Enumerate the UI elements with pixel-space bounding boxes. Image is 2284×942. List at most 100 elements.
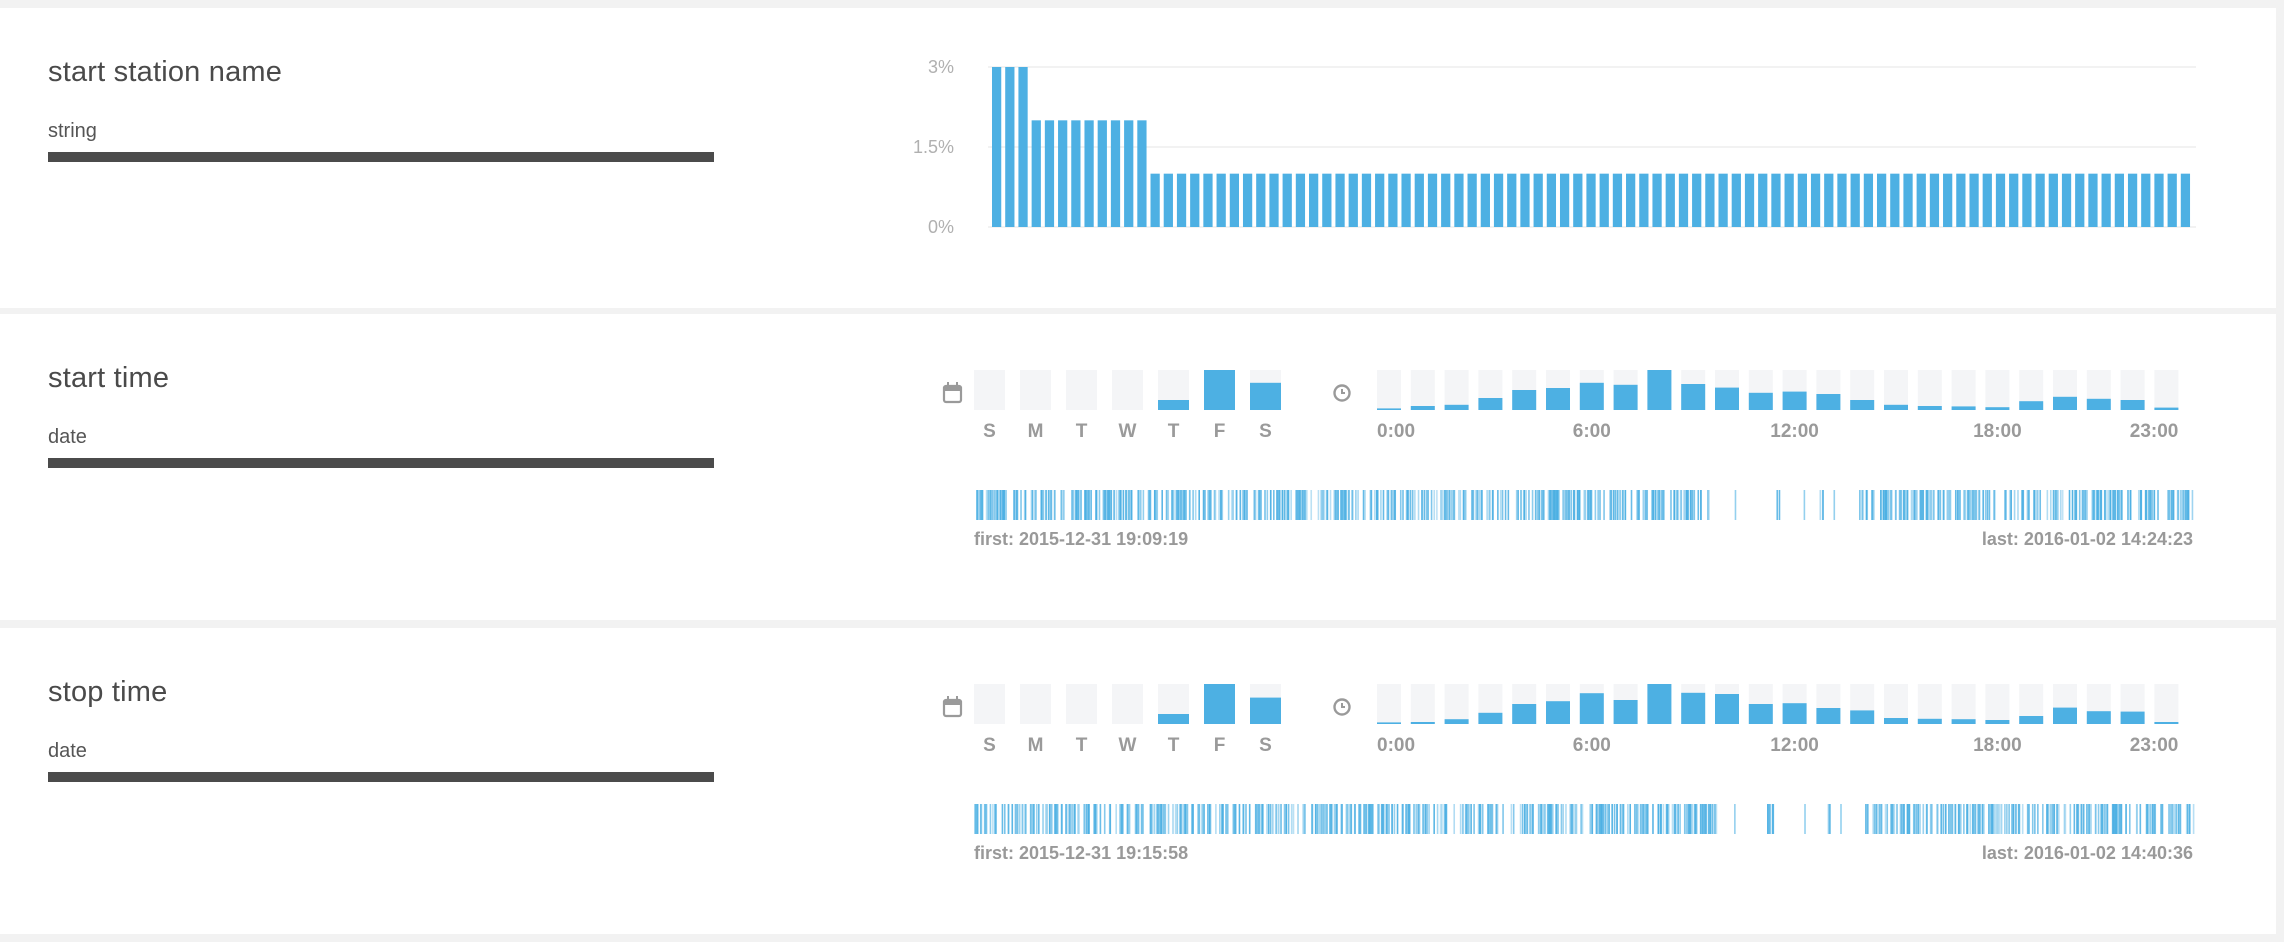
frequency-bar[interactable] [1652, 173, 1662, 227]
frequency-bar[interactable] [1256, 173, 1266, 227]
frequency-bar[interactable] [2101, 173, 2111, 227]
hour-bar[interactable] [1951, 719, 1976, 724]
frequency-bar[interactable] [1771, 173, 1781, 227]
hour-bar[interactable] [2120, 400, 2145, 410]
frequency-bar[interactable] [1427, 173, 1438, 227]
frequency-bar[interactable] [1626, 173, 1636, 227]
hour-bar[interactable] [1444, 719, 1469, 724]
frequency-bar[interactable] [1705, 173, 1715, 227]
frequency-bar[interactable] [1480, 173, 1490, 227]
frequency-bar[interactable] [1969, 173, 1979, 227]
frequency-bar[interactable] [1084, 120, 1094, 227]
hour-bar[interactable] [1715, 387, 1739, 410]
frequency-bar[interactable] [1890, 173, 1900, 227]
hour-bar[interactable] [2154, 407, 2179, 410]
frequency-bar[interactable] [1335, 173, 1345, 227]
frequency-bar[interactable] [1176, 173, 1187, 227]
frequency-bar[interactable] [1295, 173, 1306, 227]
frequency-bar[interactable] [1586, 173, 1596, 227]
frequency-bar[interactable] [1454, 173, 1464, 227]
frequency-bar[interactable] [2035, 173, 2045, 227]
frequency-bar[interactable] [1824, 173, 1834, 227]
hour-bar[interactable] [2086, 711, 2111, 724]
frequency-bar[interactable] [1612, 173, 1623, 227]
hour-bar[interactable] [1377, 408, 1401, 410]
frequency-bar[interactable] [1467, 173, 1477, 227]
frequency-bar[interactable] [2167, 173, 2177, 227]
hour-bar[interactable] [1985, 407, 2010, 410]
frequency-bar[interactable] [1216, 173, 1226, 227]
hour-bar[interactable] [1410, 406, 1435, 410]
frequency-bar[interactable] [1876, 173, 1887, 227]
frequency-bar[interactable] [1110, 120, 1121, 227]
hour-bar[interactable] [1546, 388, 1570, 410]
frequency-bar[interactable] [1124, 120, 1134, 227]
frequency-bar[interactable] [1282, 173, 1292, 227]
hour-bar[interactable] [1647, 684, 1672, 724]
hour-bar[interactable] [1647, 370, 1672, 410]
hour-bar[interactable] [1715, 694, 1739, 724]
hour-bar[interactable] [1410, 722, 1435, 724]
frequency-bar[interactable] [1269, 173, 1279, 227]
frequency-bar[interactable] [1309, 173, 1319, 227]
frequency-bar[interactable] [1678, 173, 1689, 227]
hour-bar[interactable] [2120, 711, 2145, 724]
weekday-bar[interactable] [1204, 684, 1235, 724]
frequency-bar[interactable] [1242, 173, 1253, 227]
frequency-bar[interactable] [2088, 173, 2098, 227]
hour-bar[interactable] [1546, 701, 1570, 724]
frequency-bar[interactable] [1203, 173, 1213, 227]
frequency-bar[interactable] [1322, 173, 1332, 227]
hour-bar[interactable] [1884, 718, 1908, 724]
frequency-bar[interactable] [1731, 173, 1741, 227]
frequency-bar[interactable] [1758, 173, 1768, 227]
frequency-bar[interactable] [1744, 173, 1755, 227]
frequency-bar[interactable] [1810, 173, 1821, 227]
hour-bar[interactable] [1782, 703, 1807, 724]
frequency-bar[interactable] [2114, 173, 2124, 227]
hour-bar[interactable] [2053, 396, 2077, 410]
hour-bar[interactable] [1613, 384, 1638, 410]
frequency-bar[interactable] [1071, 120, 1081, 227]
hour-bar[interactable] [1850, 400, 1875, 410]
frequency-bar[interactable] [1097, 120, 1107, 227]
frequency-bar[interactable] [1797, 173, 1807, 227]
frequency-bar[interactable] [2022, 173, 2032, 227]
hour-bar[interactable] [1579, 382, 1604, 410]
frequency-bar[interactable] [1639, 173, 1649, 227]
hour-bar[interactable] [1681, 692, 1706, 724]
frequency-bar[interactable] [1401, 173, 1411, 227]
frequency-bar[interactable] [1058, 120, 1068, 227]
frequency-bar[interactable] [1943, 173, 1953, 227]
weekday-bar[interactable] [1158, 714, 1189, 724]
hour-bar[interactable] [2019, 401, 2044, 410]
frequency-bar[interactable] [1784, 173, 1794, 227]
hour-bar[interactable] [1613, 700, 1638, 724]
frequency-bar[interactable] [1137, 120, 1147, 227]
frequency-bar[interactable] [1533, 173, 1543, 227]
frequency-bar[interactable] [1929, 173, 1940, 227]
hour-bar[interactable] [1748, 392, 1773, 410]
weekday-bar[interactable] [1250, 697, 1281, 724]
hour-bar[interactable] [2154, 722, 2179, 724]
frequency-bar[interactable] [2154, 173, 2164, 227]
frequency-bar[interactable] [1573, 173, 1583, 227]
hour-bar[interactable] [1782, 391, 1807, 410]
frequency-bar[interactable] [2009, 173, 2019, 227]
hour-bar[interactable] [1850, 710, 1875, 724]
hour-bar[interactable] [1512, 390, 1537, 410]
frequency-bar[interactable] [1837, 173, 1847, 227]
hour-bar[interactable] [1917, 406, 1942, 410]
frequency-bar[interactable] [1903, 173, 1913, 227]
frequency-bar[interactable] [1850, 173, 1860, 227]
frequency-bar[interactable] [1414, 173, 1424, 227]
frequency-bar[interactable] [2061, 173, 2072, 227]
frequency-bar[interactable] [1150, 173, 1160, 227]
frequency-bar[interactable] [1520, 173, 1530, 227]
weekday-bar[interactable] [1204, 370, 1235, 410]
frequency-bar[interactable] [1348, 173, 1358, 227]
hour-bar[interactable] [2019, 716, 2044, 724]
frequency-bar[interactable] [2141, 173, 2151, 227]
frequency-bar[interactable] [1441, 173, 1451, 227]
hour-bar[interactable] [1917, 718, 1942, 724]
